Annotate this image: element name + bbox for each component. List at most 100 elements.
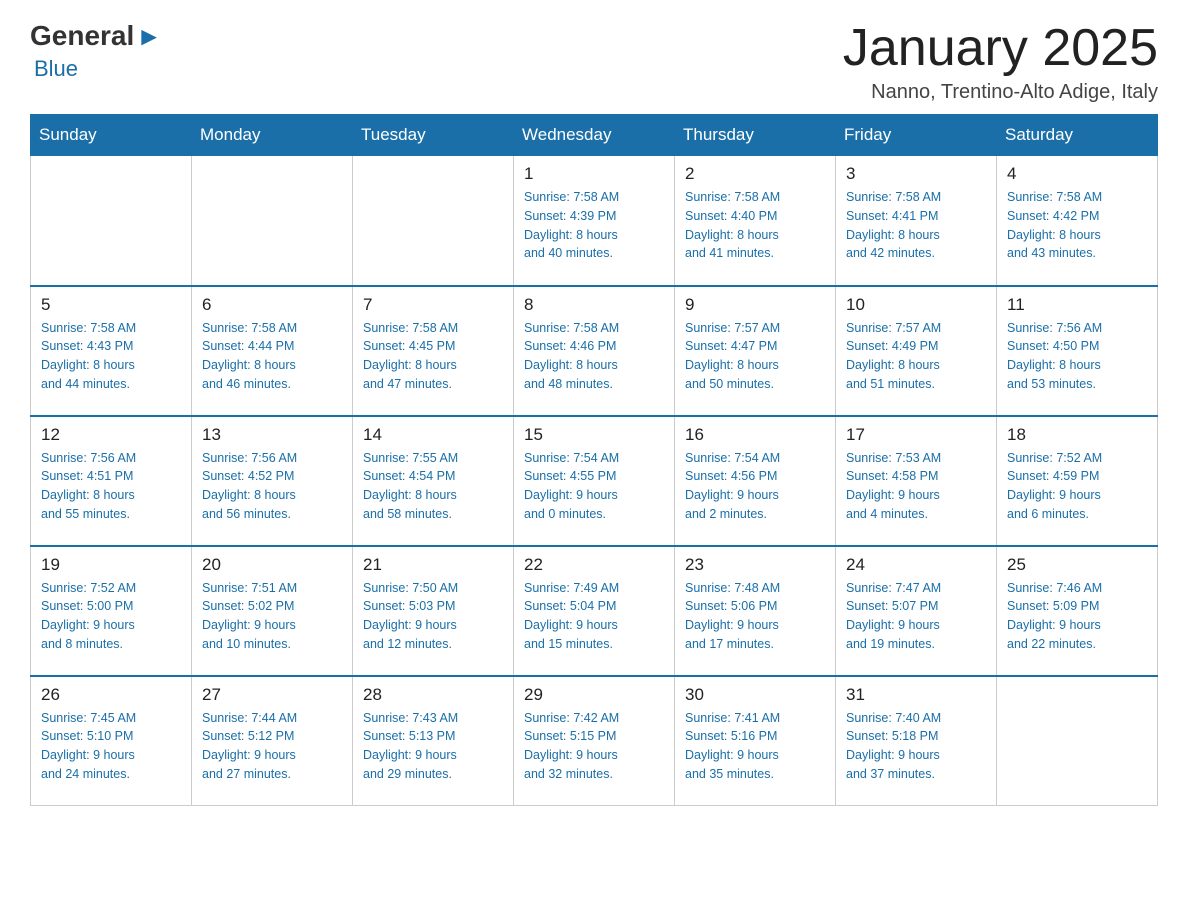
- day-number: 4: [1007, 164, 1147, 184]
- calendar-cell: 2 Sunrise: 7:58 AM Sunset: 4:40 PM Daylig…: [675, 156, 836, 286]
- day-info: Sunrise: 7:58 AM Sunset: 4:45 PM Dayligh…: [363, 319, 503, 394]
- logo-general-text: General: [30, 20, 134, 52]
- calendar-cell: 21 Sunrise: 7:50 AM Sunset: 5:03 PM Dayli…: [353, 546, 514, 676]
- day-number: 18: [1007, 425, 1147, 445]
- calendar-cell: 5 Sunrise: 7:58 AM Sunset: 4:43 PM Daylig…: [31, 286, 192, 416]
- calendar-cell: 26Sunrise: 7:45 AM Sunset: 5:10 PM Dayli…: [31, 676, 192, 806]
- calendar-cell: [997, 676, 1158, 806]
- day-info: Sunrise: 7:52 AM Sunset: 5:00 PM Dayligh…: [41, 579, 181, 654]
- calendar-week-row: 5 Sunrise: 7:58 AM Sunset: 4:43 PM Daylig…: [31, 286, 1158, 416]
- day-number: 28: [363, 685, 503, 705]
- day-number: 6: [202, 295, 342, 315]
- calendar-cell: 19 Sunrise: 7:52 AM Sunset: 5:00 PM Dayli…: [31, 546, 192, 676]
- day-number: 16: [685, 425, 825, 445]
- day-number: 15: [524, 425, 664, 445]
- calendar-cell: 4 Sunrise: 7:58 AM Sunset: 4:42 PM Daylig…: [997, 156, 1158, 286]
- day-info: Sunrise: 7:46 AM Sunset: 5:09 PM Dayligh…: [1007, 579, 1147, 654]
- day-info: Sunrise: 7:54 AM Sunset: 4:55 PM Dayligh…: [524, 449, 664, 524]
- day-number: 30: [685, 685, 825, 705]
- day-number: 12: [41, 425, 181, 445]
- day-number: 23: [685, 555, 825, 575]
- calendar-week-row: 19 Sunrise: 7:52 AM Sunset: 5:00 PM Dayli…: [31, 546, 1158, 676]
- day-number: 26: [41, 685, 181, 705]
- calendar-header-monday: Monday: [192, 115, 353, 156]
- day-number: 8: [524, 295, 664, 315]
- day-info: Sunrise: 7:58 AM Sunset: 4:40 PM Dayligh…: [685, 188, 825, 263]
- calendar-cell: 8 Sunrise: 7:58 AM Sunset: 4:46 PM Daylig…: [514, 286, 675, 416]
- calendar-header-row: SundayMondayTuesdayWednesdayThursdayFrid…: [31, 115, 1158, 156]
- calendar-week-row: 26Sunrise: 7:45 AM Sunset: 5:10 PM Dayli…: [31, 676, 1158, 806]
- day-number: 2: [685, 164, 825, 184]
- day-info: Sunrise: 7:55 AM Sunset: 4:54 PM Dayligh…: [363, 449, 503, 524]
- calendar-cell: [192, 156, 353, 286]
- calendar-cell: [31, 156, 192, 286]
- calendar-cell: 27 Sunrise: 7:44 AM Sunset: 5:12 PM Dayli…: [192, 676, 353, 806]
- calendar-cell: 13Sunrise: 7:56 AM Sunset: 4:52 PM Dayli…: [192, 416, 353, 546]
- day-info: Sunrise: 7:56 AM Sunset: 4:51 PM Dayligh…: [41, 449, 181, 524]
- calendar-cell: 3Sunrise: 7:58 AM Sunset: 4:41 PM Daylig…: [836, 156, 997, 286]
- day-info: Sunrise: 7:40 AM Sunset: 5:18 PM Dayligh…: [846, 709, 986, 784]
- day-info: Sunrise: 7:58 AM Sunset: 4:44 PM Dayligh…: [202, 319, 342, 394]
- location-text: Nanno, Trentino-Alto Adige, Italy: [843, 81, 1158, 104]
- calendar-cell: 1Sunrise: 7:58 AM Sunset: 4:39 PM Daylig…: [514, 156, 675, 286]
- month-title: January 2025: [843, 20, 1158, 77]
- day-info: Sunrise: 7:51 AM Sunset: 5:02 PM Dayligh…: [202, 579, 342, 654]
- calendar-header-wednesday: Wednesday: [514, 115, 675, 156]
- logo-blue-text: Blue: [34, 56, 78, 82]
- calendar-cell: 29Sunrise: 7:42 AM Sunset: 5:15 PM Dayli…: [514, 676, 675, 806]
- calendar-cell: 31 Sunrise: 7:40 AM Sunset: 5:18 PM Dayli…: [836, 676, 997, 806]
- calendar-cell: 14 Sunrise: 7:55 AM Sunset: 4:54 PM Dayli…: [353, 416, 514, 546]
- day-number: 27: [202, 685, 342, 705]
- calendar-cell: 17Sunrise: 7:53 AM Sunset: 4:58 PM Dayli…: [836, 416, 997, 546]
- day-info: Sunrise: 7:56 AM Sunset: 4:52 PM Dayligh…: [202, 449, 342, 524]
- day-info: Sunrise: 7:47 AM Sunset: 5:07 PM Dayligh…: [846, 579, 986, 654]
- day-info: Sunrise: 7:41 AM Sunset: 5:16 PM Dayligh…: [685, 709, 825, 784]
- day-info: Sunrise: 7:54 AM Sunset: 4:56 PM Dayligh…: [685, 449, 825, 524]
- calendar-cell: 10 Sunrise: 7:57 AM Sunset: 4:49 PM Dayli…: [836, 286, 997, 416]
- day-info: Sunrise: 7:58 AM Sunset: 4:43 PM Dayligh…: [41, 319, 181, 394]
- day-info: Sunrise: 7:52 AM Sunset: 4:59 PM Dayligh…: [1007, 449, 1147, 524]
- calendar-header-thursday: Thursday: [675, 115, 836, 156]
- calendar-cell: 23Sunrise: 7:48 AM Sunset: 5:06 PM Dayli…: [675, 546, 836, 676]
- calendar-cell: 24Sunrise: 7:47 AM Sunset: 5:07 PM Dayli…: [836, 546, 997, 676]
- day-number: 19: [41, 555, 181, 575]
- logo-arrow-icon: ►: [136, 21, 162, 52]
- day-number: 21: [363, 555, 503, 575]
- day-number: 3: [846, 164, 986, 184]
- calendar-cell: 7Sunrise: 7:58 AM Sunset: 4:45 PM Daylig…: [353, 286, 514, 416]
- day-number: 9: [685, 295, 825, 315]
- day-number: 10: [846, 295, 986, 315]
- day-info: Sunrise: 7:42 AM Sunset: 5:15 PM Dayligh…: [524, 709, 664, 784]
- day-number: 31: [846, 685, 986, 705]
- calendar-table: SundayMondayTuesdayWednesdayThursdayFrid…: [30, 114, 1158, 806]
- day-number: 20: [202, 555, 342, 575]
- calendar-cell: 9Sunrise: 7:57 AM Sunset: 4:47 PM Daylig…: [675, 286, 836, 416]
- calendar-header-saturday: Saturday: [997, 115, 1158, 156]
- calendar-cell: 18 Sunrise: 7:52 AM Sunset: 4:59 PM Dayli…: [997, 416, 1158, 546]
- calendar-cell: [353, 156, 514, 286]
- day-info: Sunrise: 7:58 AM Sunset: 4:42 PM Dayligh…: [1007, 188, 1147, 263]
- calendar-cell: 12 Sunrise: 7:56 AM Sunset: 4:51 PM Dayli…: [31, 416, 192, 546]
- day-number: 22: [524, 555, 664, 575]
- day-info: Sunrise: 7:50 AM Sunset: 5:03 PM Dayligh…: [363, 579, 503, 654]
- title-block: January 2025 Nanno, Trentino-Alto Adige,…: [843, 20, 1158, 104]
- calendar-cell: 20 Sunrise: 7:51 AM Sunset: 5:02 PM Dayli…: [192, 546, 353, 676]
- day-number: 14: [363, 425, 503, 445]
- calendar-cell: 6 Sunrise: 7:58 AM Sunset: 4:44 PM Daylig…: [192, 286, 353, 416]
- calendar-header-friday: Friday: [836, 115, 997, 156]
- day-info: Sunrise: 7:58 AM Sunset: 4:46 PM Dayligh…: [524, 319, 664, 394]
- day-info: Sunrise: 7:56 AM Sunset: 4:50 PM Dayligh…: [1007, 319, 1147, 394]
- calendar-week-row: 1Sunrise: 7:58 AM Sunset: 4:39 PM Daylig…: [31, 156, 1158, 286]
- day-info: Sunrise: 7:49 AM Sunset: 5:04 PM Dayligh…: [524, 579, 664, 654]
- calendar-cell: 11Sunrise: 7:56 AM Sunset: 4:50 PM Dayli…: [997, 286, 1158, 416]
- day-info: Sunrise: 7:44 AM Sunset: 5:12 PM Dayligh…: [202, 709, 342, 784]
- page-header: General ► Blue January 2025 Nanno, Trent…: [30, 20, 1158, 104]
- calendar-header-tuesday: Tuesday: [353, 115, 514, 156]
- calendar-cell: 28Sunrise: 7:43 AM Sunset: 5:13 PM Dayli…: [353, 676, 514, 806]
- day-number: 5: [41, 295, 181, 315]
- calendar-header-sunday: Sunday: [31, 115, 192, 156]
- day-number: 1: [524, 164, 664, 184]
- day-info: Sunrise: 7:57 AM Sunset: 4:49 PM Dayligh…: [846, 319, 986, 394]
- day-number: 17: [846, 425, 986, 445]
- day-number: 25: [1007, 555, 1147, 575]
